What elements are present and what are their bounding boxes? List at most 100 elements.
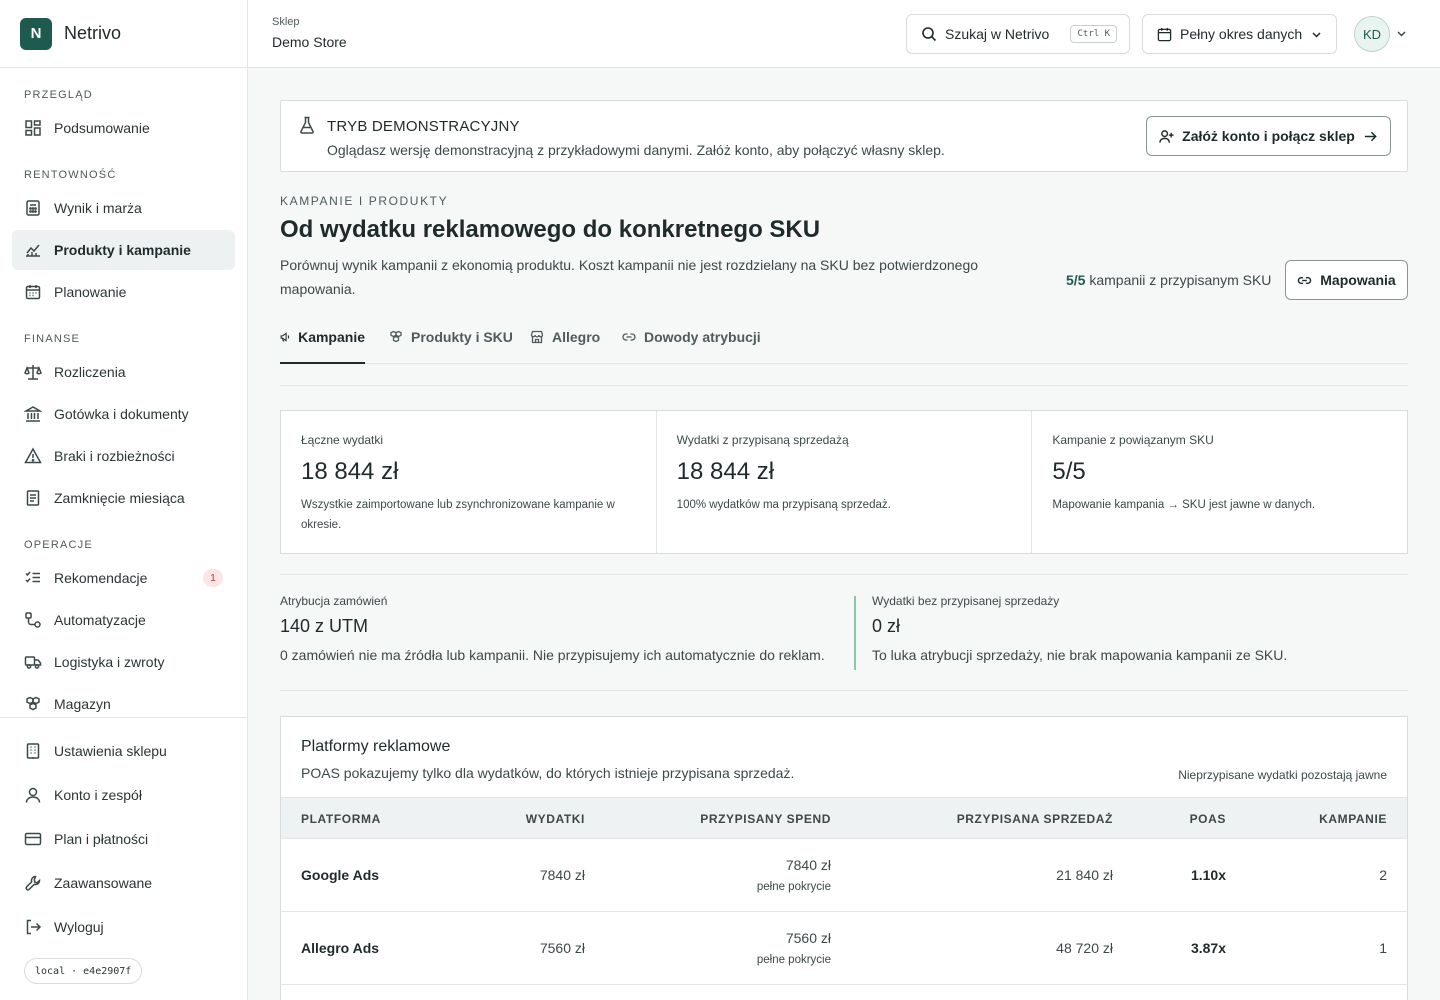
sidebar-bottom-nav: Ustawienia sklepu Konto i zespół Plan i … (0, 717, 247, 949)
chevron-down-icon[interactable] (1396, 28, 1407, 39)
avatar[interactable]: KD (1354, 16, 1390, 52)
sidebar-item-produkty-i-kampanie[interactable]: Produkty i kampanie (12, 230, 235, 270)
table-row[interactable]: Google Ads 7840 zł 7840 zł pełne pokryci… (281, 839, 1407, 912)
main-content: TRYB DEMONSTRACYJNY Oglądasz wersję demo… (280, 100, 1408, 1000)
platform-name: Google Ads (301, 867, 380, 883)
sidebar-item-wynik-i-marza[interactable]: Wynik i marża (12, 188, 235, 228)
warning-icon (24, 447, 42, 464)
search-placeholder: Szukaj w Netrivo (945, 26, 1050, 42)
column-header-campaigns[interactable]: KAMPANIE (1319, 812, 1387, 826)
brand-logo: N (20, 17, 52, 50)
sidebar-item-gotowka-i-dokumenty[interactable]: Gotówka i dokumenty (12, 394, 235, 434)
divider (280, 385, 1408, 386)
brand[interactable]: N Netrivo (0, 0, 247, 68)
kpi-card-total-spend: Łączne wydatki 18 844 zł Wszystkie zaimp… (281, 411, 657, 553)
demo-title: TRYB DEMONSTRACYJNY (327, 118, 520, 135)
sidebar-item-label: Logistyka i zwroty (54, 654, 165, 670)
sidebar-item-plan-i-platnosci[interactable]: Plan i płatności (12, 817, 235, 861)
chart-line-icon (26, 244, 40, 257)
sidebar-item-magazyn[interactable]: Magazyn (12, 684, 235, 718)
accent-bar (854, 596, 856, 670)
section-title: Platformy reklamowe (301, 738, 451, 755)
kpi-note: Mapowanie kampania → SKU jest jawne w da… (1052, 499, 1316, 511)
tab-label: Allegro (552, 329, 601, 345)
nav-section-operacje: OPERACJE (24, 539, 93, 551)
poas-value: 3.87x (1190, 940, 1226, 956)
column-header-assigned-sales[interactable]: PRZYPISANA SPRZEDAŻ (957, 812, 1113, 826)
column-header-platform[interactable]: PLATFORMA (301, 812, 381, 826)
wrench-icon (25, 875, 41, 891)
table-header: PLATFORMA WYDATKI PRZYPISANY SPEND PRZYP… (281, 797, 1407, 839)
sidebar-item-logistyka-i-zwroty[interactable]: Logistyka i zwroty (12, 642, 235, 682)
search-input[interactable]: Szukaj w Netrivo Ctrl K (906, 14, 1130, 54)
sidebar-item-label: Planowanie (54, 284, 127, 300)
sidebar-item-rozliczenia[interactable]: Rozliczenia (12, 352, 235, 392)
sidebar-item-label: Rozliczenia (54, 364, 126, 380)
sidebar-item-label: Wynik i marża (54, 200, 142, 216)
attribution-label: Atrybucja zamówień (280, 594, 388, 608)
sidebar-item-ustawienia-sklepu[interactable]: Ustawienia sklepu (12, 729, 235, 773)
document-icon (26, 490, 40, 506)
sidebar-item-wyloguj[interactable]: Wyloguj (12, 905, 235, 949)
scale-icon (24, 365, 42, 380)
platform-name: Allegro Ads (301, 940, 380, 956)
create-account-button[interactable]: Załóż konto i połącz sklep (1146, 116, 1391, 156)
calculator-icon (26, 200, 40, 216)
period-select[interactable]: Pełny okres danych (1142, 14, 1337, 54)
sidebar-item-label: Automatyzacje (54, 612, 146, 628)
sidebar-item-automatyzacje[interactable]: Automatyzacje (12, 600, 235, 640)
sidebar-item-label: Podsumowanie (54, 120, 150, 136)
calendar-icon (25, 285, 41, 300)
mappings-button[interactable]: Mapowania (1285, 260, 1408, 300)
checklist-icon (25, 571, 40, 583)
kpi-note: Wszystkie zaimportowane lub zsynchronizo… (301, 499, 615, 531)
sidebar-item-zamkniecie-miesiaca[interactable]: Zamknięcie miesiąca (12, 478, 235, 518)
sidebar-item-planowanie[interactable]: Planowanie (12, 272, 235, 312)
sidebar-item-konto-i-zespol[interactable]: Konto i zespół (12, 773, 235, 817)
tab-kampanie[interactable]: Kampanie (280, 316, 365, 364)
coverage-label: pełne pokrycie (756, 881, 831, 893)
kpi-cards: Łączne wydatki 18 844 zł Wszystkie zaimp… (280, 410, 1408, 554)
sidebar-item-rekomendacje[interactable]: Rekomendacje 1 (12, 558, 235, 598)
campaigns-count: 1 (1379, 940, 1387, 956)
search-shortcut: Ctrl K (1070, 25, 1117, 43)
attribution-value: 140 z UTM (280, 616, 369, 636)
create-account-label: Załóż konto i połącz sklep (1182, 128, 1355, 144)
link-icon (622, 333, 636, 341)
kpi-value: 18 844 zł (676, 458, 775, 485)
tab-label: Kampanie (298, 329, 365, 345)
store-name[interactable]: Demo Store (272, 34, 347, 50)
tab-allegro[interactable]: Allegro (530, 316, 600, 364)
attribution-value: 0 zł (872, 616, 901, 636)
flask-icon (300, 116, 314, 134)
tab-label: Dowody atrybucji (644, 329, 761, 345)
period-label: Pełny okres danych (1180, 26, 1303, 42)
sidebar-item-label: Zamknięcie miesiąca (54, 490, 185, 506)
user-icon (25, 787, 41, 803)
kpi-card-assigned-spend: Wydatki z przypisaną sprzedażą 18 844 zł… (657, 411, 1033, 553)
column-header-spend[interactable]: WYDATKI (526, 812, 585, 826)
divider (280, 690, 1408, 691)
sidebar-nav: PRZEGLĄD Podsumowanie RENTOWNOŚĆ Wynik i… (0, 68, 247, 718)
kpi-card-campaigns-sku: Kampanie z powiązanym SKU 5/5 Mapowanie … (1032, 411, 1407, 553)
column-header-assigned-spend[interactable]: PRZYPISANY SPEND (700, 812, 831, 826)
tab-bar: Kampanie Produkty i SKU Allegro Dowody a… (280, 316, 1408, 364)
sidebar-item-braki-i-rozbieznosci[interactable]: Braki i rozbieżności (12, 436, 235, 476)
table-row[interactable]: Allegro Ads 7560 zł 7560 zł pełne pokryc… (281, 912, 1407, 985)
store-label: Sklep (272, 16, 300, 28)
sidebar-item-label: Wyloguj (54, 919, 104, 935)
page-description: Porównuj wynik kampanii z ekonomią produ… (280, 257, 979, 297)
attribution-note: To luka atrybucji sprzedaży, nie brak ma… (872, 647, 1288, 663)
tab-produkty-i-sku[interactable]: Produkty i SKU (389, 316, 513, 364)
credit-card-icon (24, 832, 42, 846)
nav-section-rentownosc: RENTOWNOŚĆ (24, 169, 117, 181)
attribution-note: 0 zamówień nie ma źródła lub kampanii. N… (280, 647, 825, 663)
kpi-value: 5/5 (1052, 458, 1086, 485)
assigned-spend-value: 7560 zł (785, 930, 831, 946)
calendar-icon (1157, 27, 1172, 41)
tab-dowody-atrybucji[interactable]: Dowody atrybucji (622, 316, 761, 364)
sidebar-item-zaawansowane[interactable]: Zaawansowane (12, 861, 235, 905)
column-header-poas[interactable]: POAS (1190, 812, 1226, 826)
sidebar-item-podsumowanie[interactable]: Podsumowanie (12, 108, 235, 148)
top-header: Sklep Demo Store Szukaj w Netrivo Ctrl K… (248, 0, 1440, 68)
